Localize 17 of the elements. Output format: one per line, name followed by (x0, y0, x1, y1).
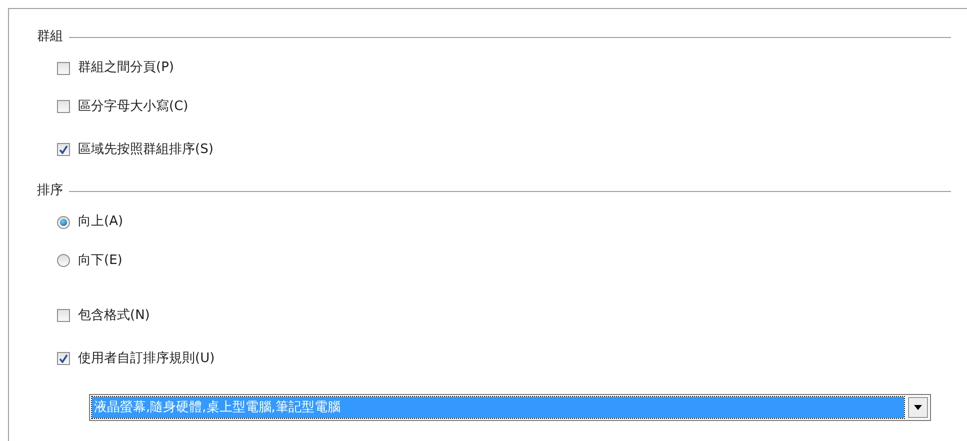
radio-button[interactable] (57, 254, 70, 267)
checkbox[interactable] (57, 62, 70, 74)
option-label[interactable]: 區分字母大小寫(C) (78, 96, 188, 116)
checkbox[interactable] (57, 352, 70, 365)
section-title: 群組 (37, 28, 63, 46)
checkbox[interactable] (57, 100, 70, 113)
option-label[interactable]: 向上(A) (78, 212, 124, 232)
section-title: 排序 (37, 182, 63, 200)
checkbox[interactable] (57, 143, 70, 156)
radio-button[interactable] (57, 216, 70, 228)
option-label[interactable]: 包含格式(N) (78, 306, 150, 326)
option-label[interactable]: 使用者自訂排序規則(U) (78, 348, 215, 368)
option-label[interactable]: 區域先按照群組排序(S) (78, 140, 214, 160)
option-label[interactable]: 群組之間分頁(P) (78, 58, 174, 78)
checkbox[interactable] (57, 309, 70, 322)
caret-icon (914, 405, 922, 410)
option-label[interactable]: 向下(E) (78, 250, 122, 270)
